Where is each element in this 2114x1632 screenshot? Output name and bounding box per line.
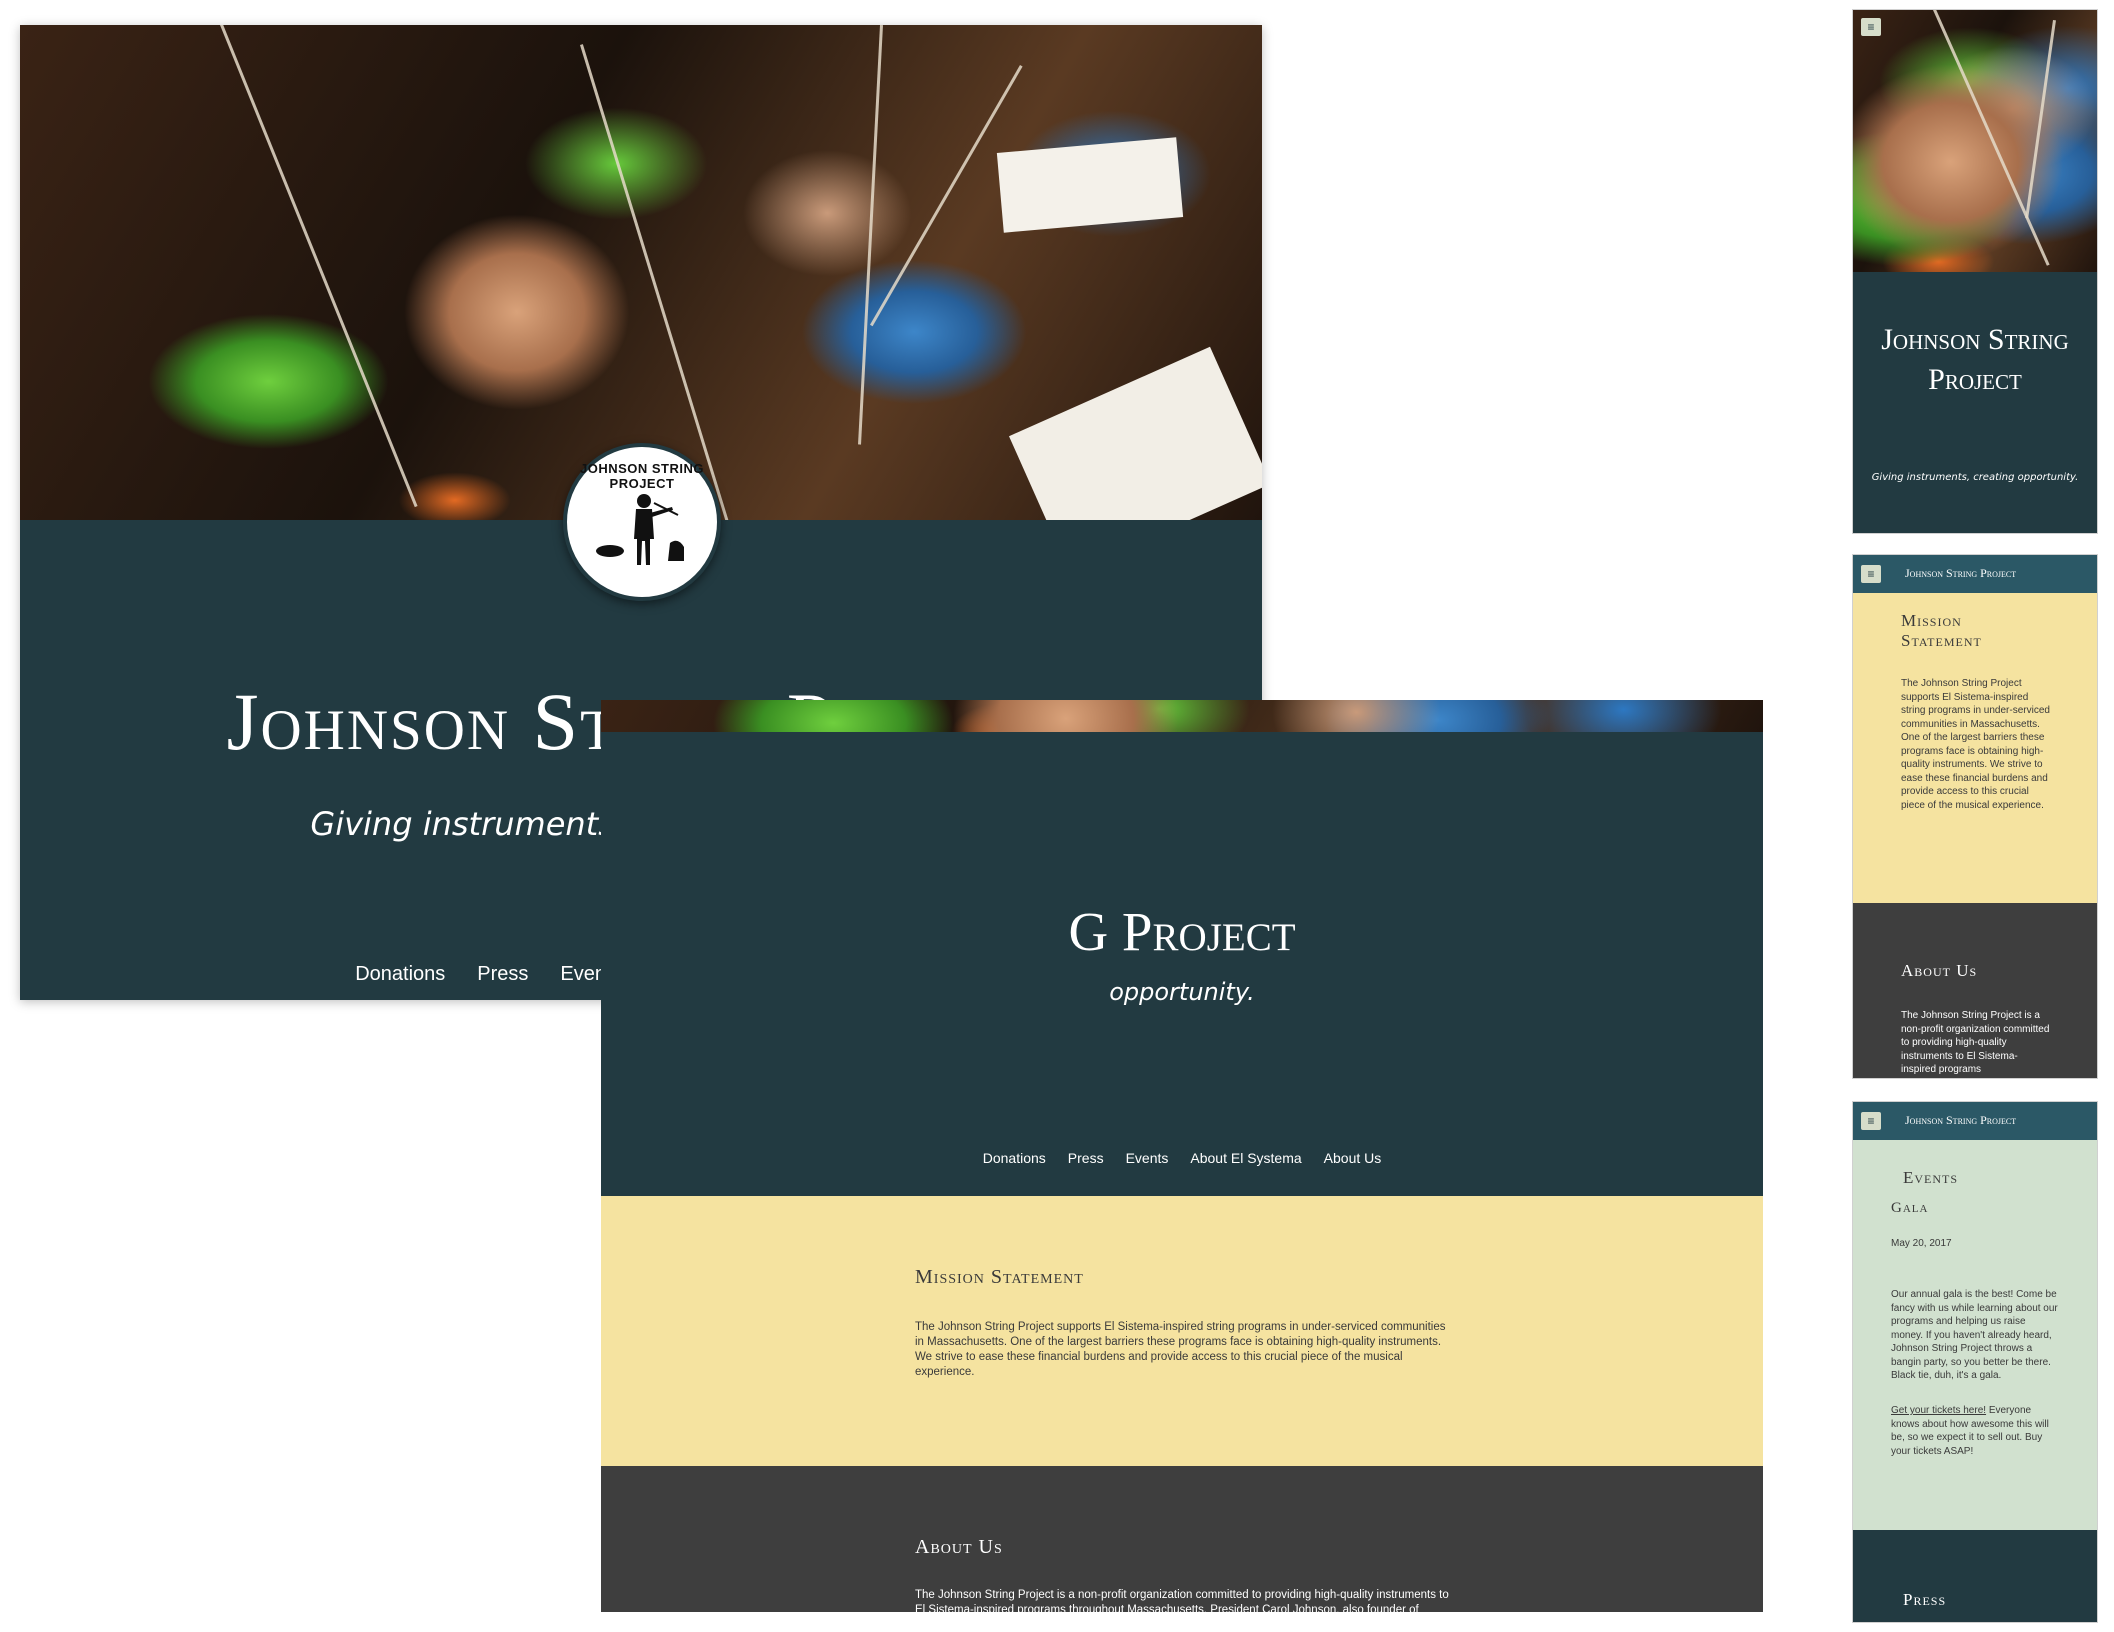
hero-photo xyxy=(1853,10,2097,272)
site-tagline: Giving instruments, creating opportunity… xyxy=(1871,472,2079,483)
about-section: About Us The Johnson String Project is a… xyxy=(1853,903,2097,1078)
press-heading: Press xyxy=(1903,1590,1947,1609)
event-description: Our annual gala is the best! Come be fan… xyxy=(1891,1289,2058,1381)
logo-text-line2: PROJECT xyxy=(609,476,675,491)
main-nav: Donations Press Events About El Systema … xyxy=(601,1150,1763,1166)
mission-heading: Mission Statement xyxy=(915,1266,1084,1288)
logo-text-line1: JOHNSON STRING xyxy=(579,461,704,476)
nav-press[interactable]: Press xyxy=(1068,1150,1104,1166)
violinist-silhouette-icon xyxy=(596,494,684,565)
nav-donations[interactable]: Donations xyxy=(983,1150,1046,1166)
mission-body: The Johnson String Project supports El S… xyxy=(1901,678,2050,811)
site-tagline-partial: opportunity. xyxy=(1109,978,1255,1006)
mobile-header-title[interactable]: Johnson String Project xyxy=(1905,1113,2016,1128)
mobile-header-title[interactable]: Johnson String Project xyxy=(1905,566,2016,581)
about-body: The Johnson String Project is a non-prof… xyxy=(915,1589,1449,1612)
mobile-header-bar: ≡ Johnson String Project xyxy=(1853,555,2097,593)
event-tickets-paragraph: Get your tickets here! Everyone knows ab… xyxy=(1891,1404,2059,1458)
mobile-header-bar: ≡ Johnson String Project xyxy=(1853,1102,2097,1140)
events-heading: Events xyxy=(1903,1168,1959,1187)
event-date: May 20, 2017 xyxy=(1891,1238,1952,1249)
mobile-hero-view: ≡ Johnson String Project Giving instrume… xyxy=(1853,10,2097,533)
music-stand-sheet xyxy=(996,137,1184,233)
tickets-link[interactable]: Get your tickets here! xyxy=(1891,1405,1986,1416)
site-logo[interactable]: JOHNSON STRING PROJECT xyxy=(563,443,721,601)
mobile-events-view: ≡ Johnson String Project Events Gala May… xyxy=(1853,1102,2097,1622)
mission-heading: Mission Statement xyxy=(1901,611,1982,650)
event-name: Gala xyxy=(1891,1200,1929,1216)
mission-section: Mission Statement The Johnson String Pro… xyxy=(601,1196,1763,1466)
hamburger-menu-icon[interactable]: ≡ xyxy=(1861,565,1881,583)
desktop-medium-view: G Project opportunity. Donations Press E… xyxy=(601,700,1763,1612)
nav-about-us[interactable]: About Us xyxy=(1324,1150,1382,1166)
mobile-mission-view: ≡ Johnson String Project Mission Stateme… xyxy=(1853,555,2097,1078)
nav-about-el-systema[interactable]: About El Systema xyxy=(1190,1150,1301,1166)
about-heading: About Us xyxy=(915,1536,1003,1558)
site-title: Johnson String Project xyxy=(1881,323,2069,396)
press-section: Press xyxy=(1853,1530,2097,1622)
about-section: About Us The Johnson String Project is a… xyxy=(601,1466,1763,1612)
about-body: The Johnson String Project is a non-prof… xyxy=(1901,1010,2050,1075)
nav-events[interactable]: Events xyxy=(1126,1150,1169,1166)
nav-donations[interactable]: Donations xyxy=(355,963,445,986)
sheet-music xyxy=(1009,346,1262,520)
site-title-partial: G Project xyxy=(1068,901,1296,962)
hero-photo-strip xyxy=(601,700,1763,732)
nav-press[interactable]: Press xyxy=(477,963,528,986)
about-heading: About Us xyxy=(1901,961,1978,980)
hamburger-menu-icon[interactable]: ≡ xyxy=(1861,18,1881,36)
mission-body: The Johnson String Project supports El S… xyxy=(915,1321,1446,1378)
hamburger-menu-icon[interactable]: ≡ xyxy=(1861,1112,1881,1130)
